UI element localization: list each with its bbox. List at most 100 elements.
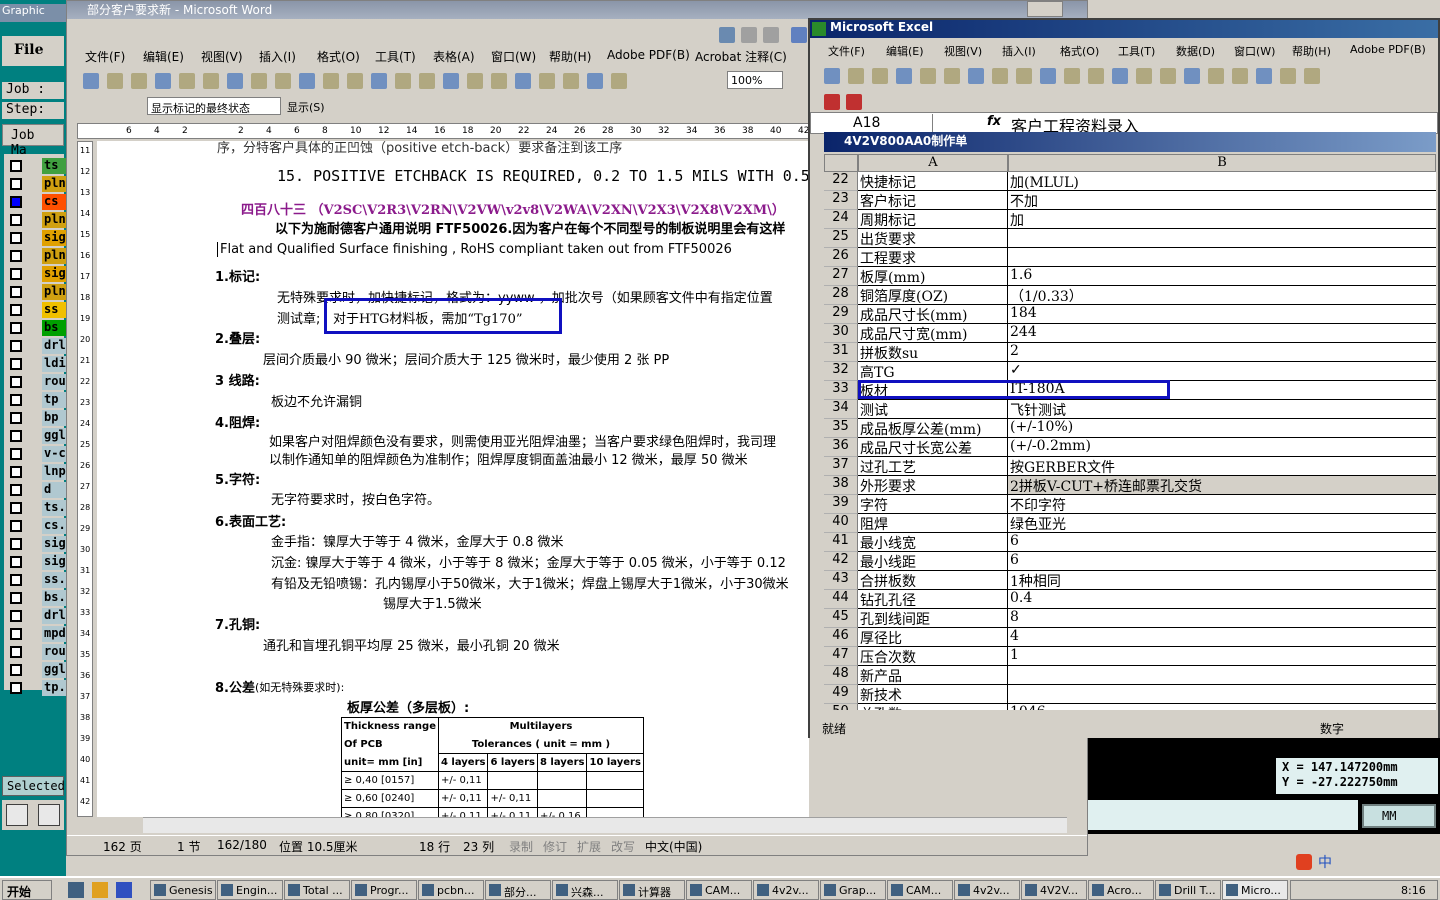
layer-checkbox[interactable]	[10, 484, 22, 496]
taskbar-task[interactable]: Acro...	[1088, 880, 1154, 900]
check-icon[interactable]	[791, 27, 807, 43]
table-row[interactable]: 24 周期标记加	[824, 210, 1436, 229]
taskbar-task[interactable]: pcbn...	[418, 880, 484, 900]
table-row[interactable]: 42 最小线距 6	[824, 552, 1436, 571]
excel-menu-item[interactable]: 工具(T)	[1118, 43, 1155, 59]
cell-b[interactable]: 4	[1008, 628, 1436, 647]
word-menu-item[interactable]: Acrobat 注释(C)	[695, 48, 787, 65]
print-icon[interactable]	[203, 73, 219, 89]
taskbar-task[interactable]: Total ...	[284, 880, 350, 900]
cell-a[interactable]: 客户标记	[858, 191, 1008, 210]
cut-icon[interactable]	[1040, 68, 1056, 84]
cell-a[interactable]: 厚径比	[858, 628, 1008, 647]
layer-checkbox[interactable]	[10, 268, 22, 280]
cell-a[interactable]: 快捷标记	[858, 172, 1008, 191]
layer-row[interactable]: d	[6, 481, 66, 499]
layer-checkbox[interactable]	[10, 304, 22, 316]
layer-checkbox[interactable]	[10, 286, 22, 298]
row-number[interactable]: 30	[824, 324, 858, 343]
ime-mode[interactable]: 中	[1318, 852, 1332, 872]
cell-a[interactable]: 最小线宽	[858, 533, 1008, 552]
table-row[interactable]: 23 客户标记 不加	[824, 191, 1436, 210]
spelling-icon[interactable]	[992, 68, 1008, 84]
cell-b[interactable]: (+/-10%)	[1008, 419, 1436, 438]
redo-icon[interactable]	[1160, 68, 1176, 84]
cell-a[interactable]: 周期标记	[858, 210, 1008, 229]
cell-b[interactable]: 8	[1008, 609, 1436, 628]
row-number[interactable]: 38	[824, 476, 858, 495]
preview-icon[interactable]	[968, 68, 984, 84]
row-number[interactable]: 31	[824, 343, 858, 362]
table-row[interactable]: 28 铜箔厚度(OZ) （1/0.33）	[824, 286, 1436, 305]
status-ext[interactable]: 扩展	[577, 838, 601, 855]
excel-menu-item[interactable]: 文件(F)	[828, 43, 865, 59]
layer-checkbox[interactable]	[10, 214, 22, 226]
layer-row[interactable]: lnp	[6, 463, 66, 481]
cell-b[interactable]: 飞针测试	[1008, 400, 1436, 419]
layer-row[interactable]: sig	[6, 229, 66, 247]
table-row[interactable]: 36 成品尺寸长宽公差 (+/-0.2mm)	[824, 438, 1436, 457]
excel-menu-item[interactable]: 视图(V)	[944, 43, 982, 59]
cell-a[interactable]: 成品尺寸长宽公差	[858, 438, 1008, 457]
cell-a[interactable]: 测试	[858, 400, 1008, 419]
new-icon[interactable]	[83, 73, 99, 89]
print-icon[interactable]	[944, 68, 960, 84]
layer-checkbox[interactable]	[10, 178, 22, 190]
show-menu-button[interactable]: 显示(S)	[287, 99, 325, 115]
layer-checkbox[interactable]	[10, 448, 22, 460]
permission-icon[interactable]	[896, 68, 912, 84]
row-number[interactable]: 50	[824, 704, 858, 710]
taskbar-task[interactable]: Engin...	[217, 880, 283, 900]
save-icon[interactable]	[131, 73, 147, 89]
layer-checkbox[interactable]	[10, 250, 22, 262]
chart-icon[interactable]	[1280, 68, 1296, 84]
layer-row[interactable]: pln	[6, 175, 66, 193]
layer-checkbox[interactable]	[10, 376, 22, 388]
layer-checkbox[interactable]	[10, 340, 22, 352]
sort-desc-icon[interactable]	[1256, 68, 1272, 84]
format-painter-icon[interactable]	[1112, 68, 1128, 84]
layer-row[interactable]: sig	[6, 265, 66, 283]
layer-row[interactable]: ts.	[6, 499, 66, 517]
cell-b[interactable]: ✓	[1008, 362, 1436, 381]
table-row[interactable]: 39 字符 不印字符	[824, 495, 1436, 514]
ie-icon[interactable]	[92, 882, 108, 898]
cell-b[interactable]	[1008, 666, 1436, 685]
word-menu-item[interactable]: 文件(F)	[85, 48, 125, 65]
cell-b[interactable]: 加	[1008, 210, 1436, 229]
layer-row[interactable]: ts	[6, 157, 66, 175]
column-header-b[interactable]: B	[1008, 154, 1436, 172]
table-row[interactable]: 26 工程要求	[824, 248, 1436, 267]
draw-icon[interactable]	[719, 27, 735, 43]
taskbar-task[interactable]: 部分...	[485, 880, 551, 900]
table-row[interactable]: 38 外形要求 2拼板V-CUT+桥连邮票孔交货	[824, 476, 1436, 495]
cell-b[interactable]: 1种相同	[1008, 571, 1436, 590]
row-number[interactable]: 46	[824, 628, 858, 647]
paste-icon[interactable]	[347, 73, 363, 89]
cell-b[interactable]: 1.6	[1008, 267, 1436, 286]
row-number[interactable]: 29	[824, 305, 858, 324]
layer-checkbox[interactable]	[10, 628, 22, 640]
cell-a[interactable]: 合拼板数	[858, 571, 1008, 590]
undo-icon[interactable]	[395, 73, 411, 89]
row-number[interactable]: 22	[824, 172, 858, 191]
row-number[interactable]: 47	[824, 647, 858, 666]
insert-table-icon[interactable]	[491, 73, 507, 89]
copy-icon[interactable]	[323, 73, 339, 89]
excel-menu-item[interactable]: 窗口(W)	[1234, 43, 1275, 59]
name-box[interactable]: A18	[813, 114, 933, 132]
view-buttons[interactable]	[71, 817, 141, 833]
word-menu-item[interactable]: 编辑(E)	[143, 48, 184, 65]
excel-grid[interactable]: A B 22 快捷标记 加(MLUL) 23 客户标记 不加 24 周期标记加 25 出货要求 26…	[824, 154, 1436, 710]
document-page[interactable]: 序，分特客户具体的正凹蚀（positive etch-back）要求备注到该工序…	[97, 141, 809, 817]
word-menu-item[interactable]: 帮助(H)	[549, 48, 591, 65]
cell-b[interactable]: 6	[1008, 552, 1436, 571]
table-row[interactable]: 34 测试 飞针测试	[824, 400, 1436, 419]
table-row[interactable]: 37 过孔工艺 按GERBER文件	[824, 457, 1436, 476]
table-row[interactable]: 30 成品尺寸宽(mm) 244	[824, 324, 1436, 343]
word-window-controls[interactable]	[1027, 1, 1063, 17]
cell-a[interactable]: 过孔工艺	[858, 457, 1008, 476]
status-trk[interactable]: 修订	[543, 838, 567, 855]
row-number[interactable]: 32	[824, 362, 858, 381]
cell-b[interactable]: 0.4	[1008, 590, 1436, 609]
